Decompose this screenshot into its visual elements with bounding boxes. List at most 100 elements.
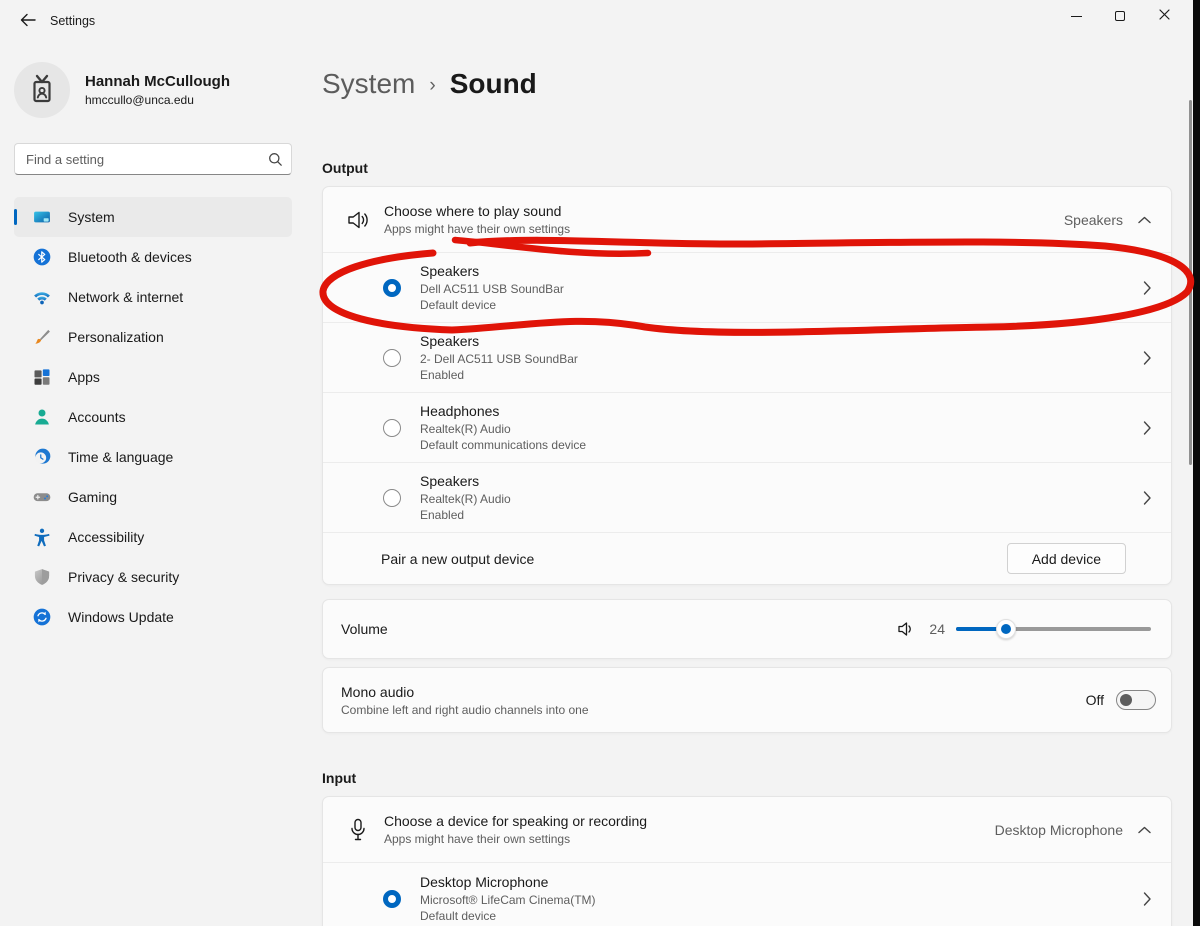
sidebar-item-label: Network & internet (68, 289, 183, 305)
input-chooser-value: Desktop Microphone (995, 822, 1123, 838)
scrollbar-thumb[interactable] (1189, 100, 1192, 465)
windows-update-icon (32, 607, 52, 627)
output-device-row-speakers-realtek[interactable]: Speakers Realtek(R) Audio Enabled (323, 462, 1171, 532)
sidebar-item-label: Windows Update (68, 609, 174, 625)
sidebar-item-windows-update[interactable]: Windows Update (14, 597, 292, 637)
mono-audio-state: Off (1086, 692, 1104, 708)
volume-slider-thumb[interactable] (996, 619, 1016, 639)
input-chooser-subtitle: Apps might have their own settings (384, 832, 995, 846)
chevron-up-icon[interactable] (1138, 826, 1151, 834)
sidebar-item-label: Personalization (68, 329, 164, 345)
output-chooser-value: Speakers (1064, 212, 1123, 228)
maximize-icon (1115, 11, 1125, 21)
minimize-icon (1071, 16, 1082, 17)
chevron-up-icon[interactable] (1138, 216, 1151, 224)
sidebar-item-system[interactable]: System (14, 197, 292, 237)
back-arrow-icon (20, 13, 36, 32)
search-icon[interactable] (268, 152, 283, 167)
device-description: Realtek(R) Audio (420, 492, 1143, 506)
volume-label: Volume (341, 621, 897, 637)
output-device-row-speakers-dell-2[interactable]: Speakers 2- Dell AC511 USB SoundBar Enab… (323, 322, 1171, 392)
device-name: Speakers (420, 263, 1143, 279)
chevron-right-icon[interactable] (1143, 351, 1151, 365)
microphone-icon (345, 818, 371, 842)
output-card: Choose where to play sound Apps might ha… (322, 186, 1172, 585)
personalization-icon (32, 327, 52, 347)
device-description: Realtek(R) Audio (420, 422, 1143, 436)
input-section-label: Input (322, 770, 1172, 786)
sidebar: Hannah McCullough hmccullo@unca.edu Syst… (0, 40, 300, 926)
mono-audio-title: Mono audio (341, 684, 1086, 700)
mono-audio-toggle[interactable] (1116, 690, 1156, 710)
chevron-right-icon[interactable] (1143, 281, 1151, 295)
toggle-knob (1120, 694, 1132, 706)
gaming-icon (32, 487, 52, 507)
maximize-button[interactable] (1098, 0, 1142, 32)
radio-unselected[interactable] (383, 489, 401, 507)
avatar (14, 62, 70, 118)
system-icon (32, 207, 52, 227)
volume-speaker-icon[interactable] (897, 621, 914, 637)
pair-device-label: Pair a new output device (381, 551, 1007, 567)
device-description: Dell AC511 USB SoundBar (420, 282, 1143, 296)
chevron-right-icon[interactable] (1143, 421, 1151, 435)
mono-audio-subtitle: Combine left and right audio channels in… (341, 703, 1086, 717)
output-device-row-speakers-dell[interactable]: Speakers Dell AC511 USB SoundBar Default… (323, 252, 1171, 322)
radio-unselected[interactable] (383, 349, 401, 367)
output-section-label: Output (322, 160, 1172, 176)
output-device-row-headphones[interactable]: Headphones Realtek(R) Audio Default comm… (323, 392, 1171, 462)
sidebar-nav: System Bluetooth & devices Network & int… (14, 197, 292, 637)
breadcrumb: System › Sound (322, 68, 1172, 100)
sidebar-item-apps[interactable]: Apps (14, 357, 292, 397)
screen-edge-strip (1193, 0, 1200, 926)
minimize-button[interactable] (1054, 0, 1098, 32)
sidebar-item-network-internet[interactable]: Network & internet (14, 277, 292, 317)
sidebar-item-label: Gaming (68, 489, 117, 505)
sidebar-item-label: Accounts (68, 409, 126, 425)
sidebar-item-time-language[interactable]: Time & language (14, 437, 292, 477)
sidebar-item-accounts[interactable]: Accounts (14, 397, 292, 437)
sidebar-item-label: System (68, 209, 115, 225)
device-status: Enabled (420, 508, 1143, 522)
sidebar-item-label: Accessibility (68, 529, 144, 545)
chevron-right-icon[interactable] (1143, 892, 1151, 906)
search-input[interactable] (26, 152, 268, 167)
sidebar-item-accessibility[interactable]: Accessibility (14, 517, 292, 557)
window-controls (1054, 0, 1186, 32)
breadcrumb-separator-icon: › (429, 75, 435, 97)
device-status: Enabled (420, 368, 1143, 382)
profile-email: hmccullo@unca.edu (85, 93, 230, 107)
bluetooth-icon (32, 247, 52, 267)
volume-value: 24 (925, 621, 945, 637)
network-icon (32, 287, 52, 307)
sidebar-item-label: Apps (68, 369, 100, 385)
titlebar: Settings (0, 0, 1200, 40)
radio-selected[interactable] (383, 890, 401, 908)
radio-selected[interactable] (383, 279, 401, 297)
device-description: 2- Dell AC511 USB SoundBar (420, 352, 1143, 366)
device-status: Default device (420, 298, 1143, 312)
main-content: System › Sound Output Choose where to pl… (300, 40, 1200, 926)
chevron-right-icon[interactable] (1143, 491, 1151, 505)
sidebar-item-label: Privacy & security (68, 569, 179, 585)
input-chooser-header[interactable]: Choose a device for speaking or recordin… (323, 797, 1171, 862)
volume-slider[interactable] (956, 619, 1151, 639)
device-status: Default communications device (420, 438, 1143, 452)
close-button[interactable] (1142, 0, 1186, 32)
breadcrumb-parent[interactable]: System (322, 68, 415, 100)
sidebar-item-personalization[interactable]: Personalization (14, 317, 292, 357)
mono-audio-row: Mono audio Combine left and right audio … (323, 668, 1171, 732)
input-device-row-desktop-microphone[interactable]: Desktop Microphone Microsoft® LifeCam Ci… (323, 862, 1171, 926)
device-name: Desktop Microphone (420, 874, 1143, 890)
search-box[interactable] (14, 143, 292, 175)
radio-unselected[interactable] (383, 419, 401, 437)
back-button[interactable] (12, 8, 44, 36)
output-chooser-header[interactable]: Choose where to play sound Apps might ha… (323, 187, 1171, 252)
sidebar-item-gaming[interactable]: Gaming (14, 477, 292, 517)
sidebar-item-bluetooth-devices[interactable]: Bluetooth & devices (14, 237, 292, 277)
page-title: Sound (450, 68, 537, 100)
add-device-button[interactable]: Add device (1007, 543, 1126, 574)
pair-device-row: Pair a new output device Add device (323, 532, 1171, 584)
accessibility-icon (32, 527, 52, 547)
sidebar-item-privacy-security[interactable]: Privacy & security (14, 557, 292, 597)
